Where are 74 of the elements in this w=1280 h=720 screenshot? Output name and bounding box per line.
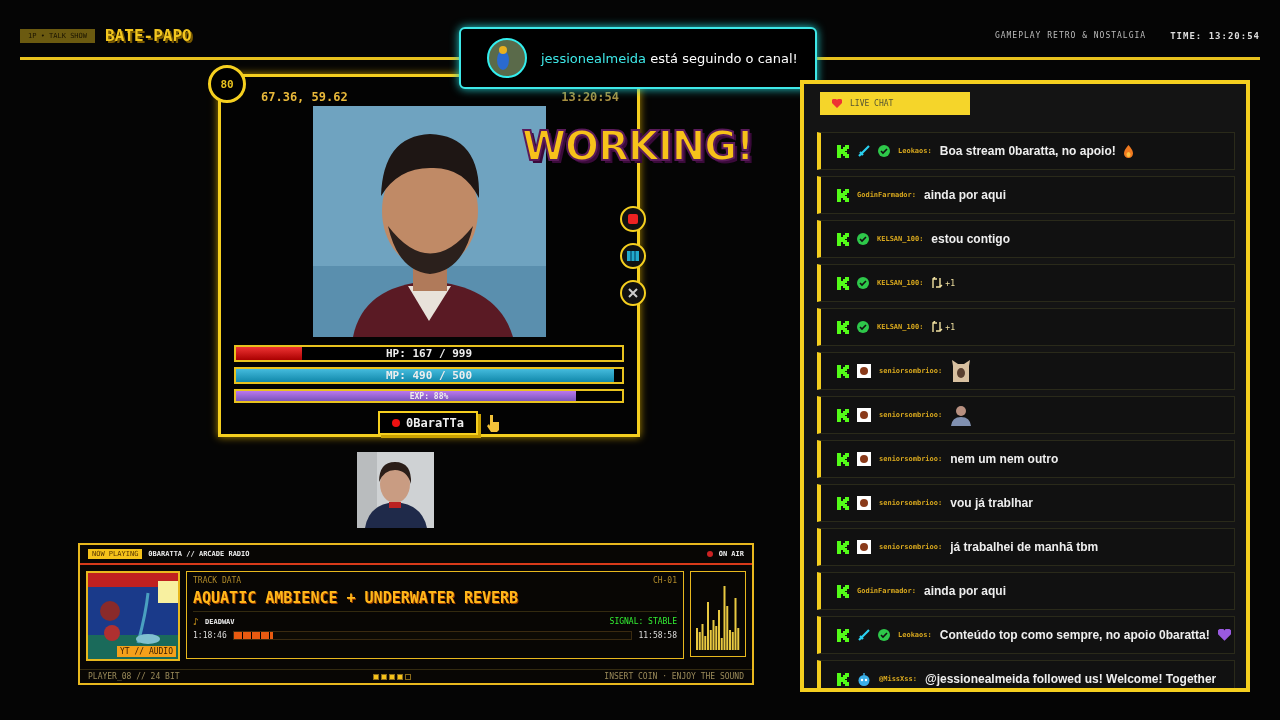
chat-text: ainda por aqui — [924, 188, 1007, 202]
person-emote-icon — [950, 404, 973, 426]
avatar-icon — [857, 452, 871, 466]
level-meter-drawing — [696, 584, 740, 650]
chat-text: Conteúdo top como sempre, no apoio 0baratta! — [939, 628, 1210, 642]
avatar-icon — [487, 38, 527, 78]
close-button[interactable] — [620, 280, 646, 306]
channel-label: CH-01 — [652, 576, 677, 585]
chat-text: vou já trablhar — [950, 496, 1033, 510]
sword-icon — [857, 628, 870, 642]
track-title: AQUATIC AMBIENCE + UNDERWATER REVERB — [193, 589, 520, 607]
k-logo-icon — [837, 452, 849, 466]
level-badge: 80 — [208, 65, 246, 103]
player-info: PLAYER_08 // 24 BIT — [88, 672, 180, 681]
avatar-icon — [857, 496, 871, 510]
heart-icon — [832, 99, 842, 108]
verified-icon — [878, 145, 890, 157]
map-button[interactable] — [620, 243, 646, 269]
section-label: TRACK DATA — [193, 576, 242, 585]
verified-icon — [857, 277, 869, 289]
chat-text: Boa stream 0baratta, no apoio! — [939, 144, 1116, 158]
avatar-icon — [857, 364, 871, 378]
footer-slogan: INSERT COIN · ENJOY THE SOUND — [604, 672, 744, 681]
robot-icon — [857, 672, 871, 686]
cat-emote-icon — [950, 360, 973, 382]
verified-icon — [878, 629, 890, 641]
chat-text: ainda por aqui — [924, 584, 1007, 598]
source-tag: YT // AUDIO — [117, 646, 176, 657]
bar-label: EXP: 88% — [409, 391, 449, 401]
k-logo-icon — [837, 584, 849, 598]
show-title: BATE-PAPO — [105, 26, 192, 45]
avatar-icon — [857, 408, 871, 422]
chat-text: estou contigo — [931, 232, 1011, 246]
close-icon — [628, 288, 638, 298]
chat-title: LIVE CHAT — [850, 99, 894, 108]
fire-icon — [1123, 144, 1133, 158]
k-logo-icon — [837, 364, 849, 378]
k-logo-icon — [837, 276, 849, 290]
k-logo-icon — [837, 232, 849, 246]
k-logo-icon — [837, 320, 849, 334]
pointing-hand-icon — [485, 414, 500, 432]
notification-text: jessionealmeida está seguindo o canal! — [541, 50, 798, 66]
elapsed-time: 1:18:46 — [193, 631, 227, 640]
coordinates: 67.36, 59.62 — [261, 90, 348, 104]
verified-icon — [857, 233, 869, 245]
k-logo-icon — [837, 144, 849, 158]
heart-icon — [1217, 629, 1231, 641]
k-logo-icon — [837, 540, 849, 554]
card-clock: 13:20:54 — [561, 90, 619, 104]
k-logo-icon — [837, 496, 849, 510]
record-button[interactable] — [620, 206, 646, 232]
streamer-name-button[interactable]: 0BaraTTa — [378, 411, 478, 435]
chat-text: nem um nem outro — [950, 452, 1059, 466]
signal-status: SIGNAL: STABLE — [609, 617, 677, 626]
tagline: GAMEPLAY RETRO & NOSTALGIA — [994, 31, 1147, 40]
status-dot-icon — [706, 551, 713, 557]
total-time: 11:58:58 — [638, 631, 677, 640]
chat-text: +1 — [945, 322, 955, 332]
note-icon: ♪ — [193, 616, 200, 627]
avatar-icon — [857, 540, 871, 554]
bar-label: MP: 490 / 500 — [385, 369, 473, 382]
clock: TIME: 13:20:54 — [1170, 30, 1260, 41]
bar-label: HP: 167 / 999 — [385, 347, 473, 360]
chat-text: +1 — [945, 278, 955, 288]
sword-icon — [857, 144, 870, 158]
chat-text: já trabalhei de manhã tbm — [950, 540, 1099, 554]
chat-text: @jessionealmeida followed us! Welcome! Together — [924, 672, 1217, 686]
k-logo-icon — [837, 188, 849, 202]
verified-icon — [857, 321, 869, 333]
map-icon — [627, 251, 639, 261]
k-logo-icon — [837, 672, 849, 686]
k-logo-icon — [837, 628, 849, 642]
k-logo-icon — [837, 408, 849, 422]
stop-icon — [628, 214, 638, 224]
